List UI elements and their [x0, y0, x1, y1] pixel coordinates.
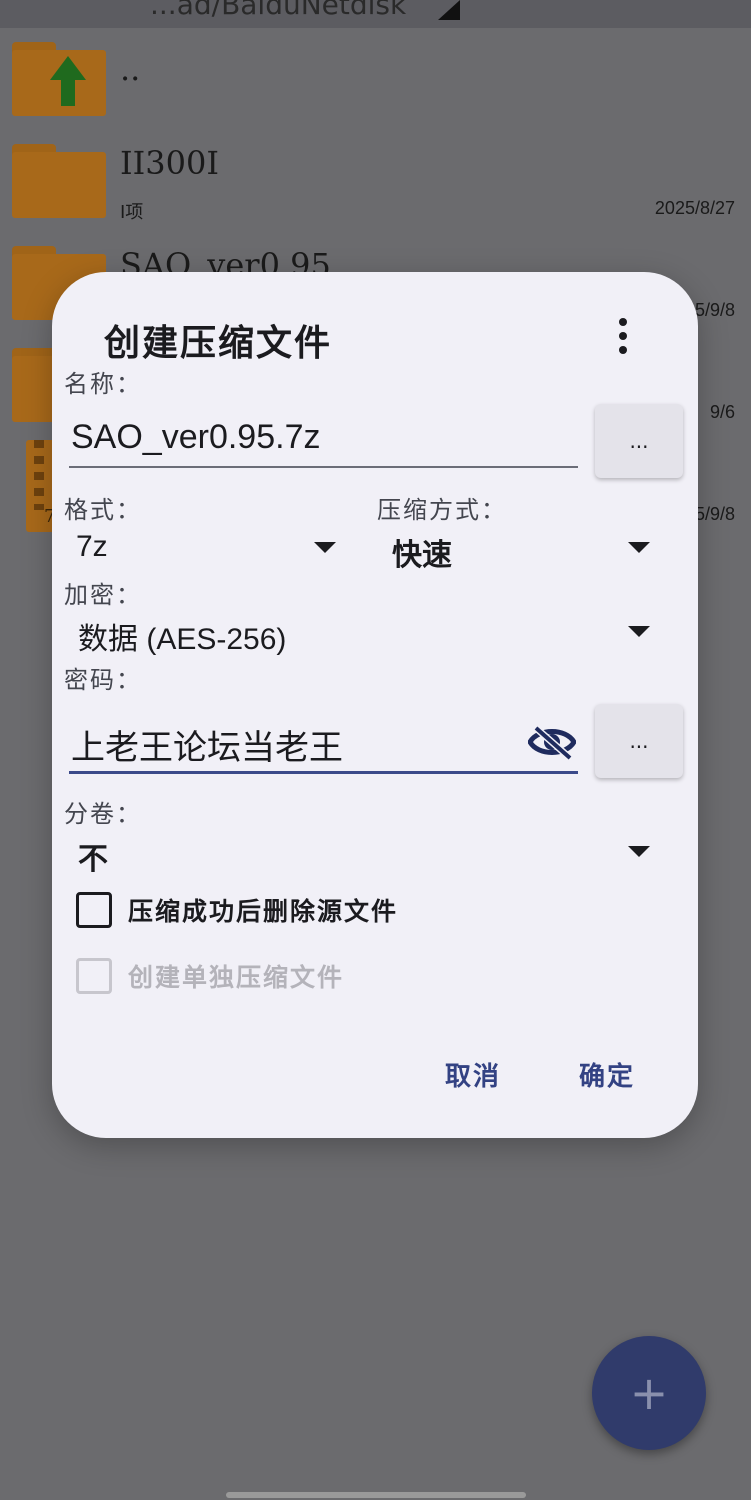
- file-name: ..: [120, 50, 141, 88]
- plus-icon: +: [629, 1366, 669, 1420]
- archive-name-input[interactable]: SAO_ver0.95.7z: [69, 404, 578, 468]
- file-row[interactable]: II300I I项 2025/8/27: [0, 140, 751, 242]
- name-label: 名称：: [64, 370, 142, 398]
- encryption-value: 数据 (AES-256): [78, 623, 287, 656]
- delete-source-checkbox[interactable]: [76, 892, 112, 928]
- more-options-icon[interactable]: [612, 316, 634, 356]
- visibility-off-icon[interactable]: [528, 724, 576, 760]
- format-label: 格式：: [64, 496, 142, 524]
- chevron-down-icon: [628, 846, 650, 857]
- file-row-parent[interactable]: ..: [0, 38, 751, 140]
- compression-method-label: 压缩方式：: [377, 496, 507, 524]
- encryption-select[interactable]: 数据 (AES-256): [78, 614, 654, 658]
- delete-source-option[interactable]: 压缩成功后删除源文件: [76, 892, 496, 932]
- current-path: ...ad/BaiduNetdisk: [150, 0, 407, 21]
- password-input[interactable]: 上老王论坛当老王: [69, 702, 578, 774]
- format-select[interactable]: 7z: [76, 530, 338, 574]
- archive-name-value: SAO_ver0.95.7z: [71, 418, 321, 456]
- cancel-button[interactable]: 取消: [445, 1056, 501, 1093]
- separate-archives-label: 创建单独压缩文件: [128, 963, 345, 992]
- delete-source-label: 压缩成功后删除源文件: [128, 897, 399, 926]
- compression-method-value: 快速: [392, 538, 452, 573]
- browse-name-button[interactable]: ...: [595, 404, 683, 478]
- ok-button[interactable]: 确定: [579, 1056, 635, 1093]
- file-item-count: I项: [120, 202, 144, 223]
- split-volume-select[interactable]: 不: [78, 834, 654, 878]
- separate-archives-option: 创建单独压缩文件: [76, 958, 496, 998]
- password-options-button[interactable]: ...: [595, 704, 683, 778]
- file-date: 5/9/8: [694, 504, 735, 524]
- password-value: 上老王论坛当老王: [71, 729, 343, 767]
- add-fab-button[interactable]: +: [592, 1336, 706, 1450]
- split-volume-value: 不: [78, 842, 108, 877]
- path-corner-indicator: [438, 0, 460, 20]
- dialog-title: 创建压缩文件: [104, 322, 333, 364]
- chevron-down-icon: [628, 542, 650, 553]
- file-date: 2025/8/27: [654, 198, 735, 218]
- compression-method-select[interactable]: 快速: [392, 530, 654, 574]
- password-label: 密码：: [64, 666, 142, 694]
- home-indicator[interactable]: [226, 1492, 526, 1498]
- folder-icon: [12, 144, 106, 218]
- path-bar: ...ad/BaiduNetdisk: [0, 0, 751, 28]
- format-value: 7z: [76, 530, 108, 563]
- encryption-label: 加密：: [64, 581, 142, 609]
- create-archive-dialog: 创建压缩文件 名称： SAO_ver0.95.7z ... 格式： 压缩方式： …: [52, 272, 698, 1138]
- file-date: 9/6: [709, 402, 735, 422]
- split-volume-label: 分卷：: [64, 800, 142, 828]
- file-date: 5/9/8: [694, 300, 735, 320]
- separate-archives-checkbox: [76, 958, 112, 994]
- file-name: II300I: [120, 144, 219, 182]
- chevron-down-icon: [628, 626, 650, 637]
- chevron-down-icon: [314, 542, 336, 553]
- folder-up-icon: [12, 42, 106, 116]
